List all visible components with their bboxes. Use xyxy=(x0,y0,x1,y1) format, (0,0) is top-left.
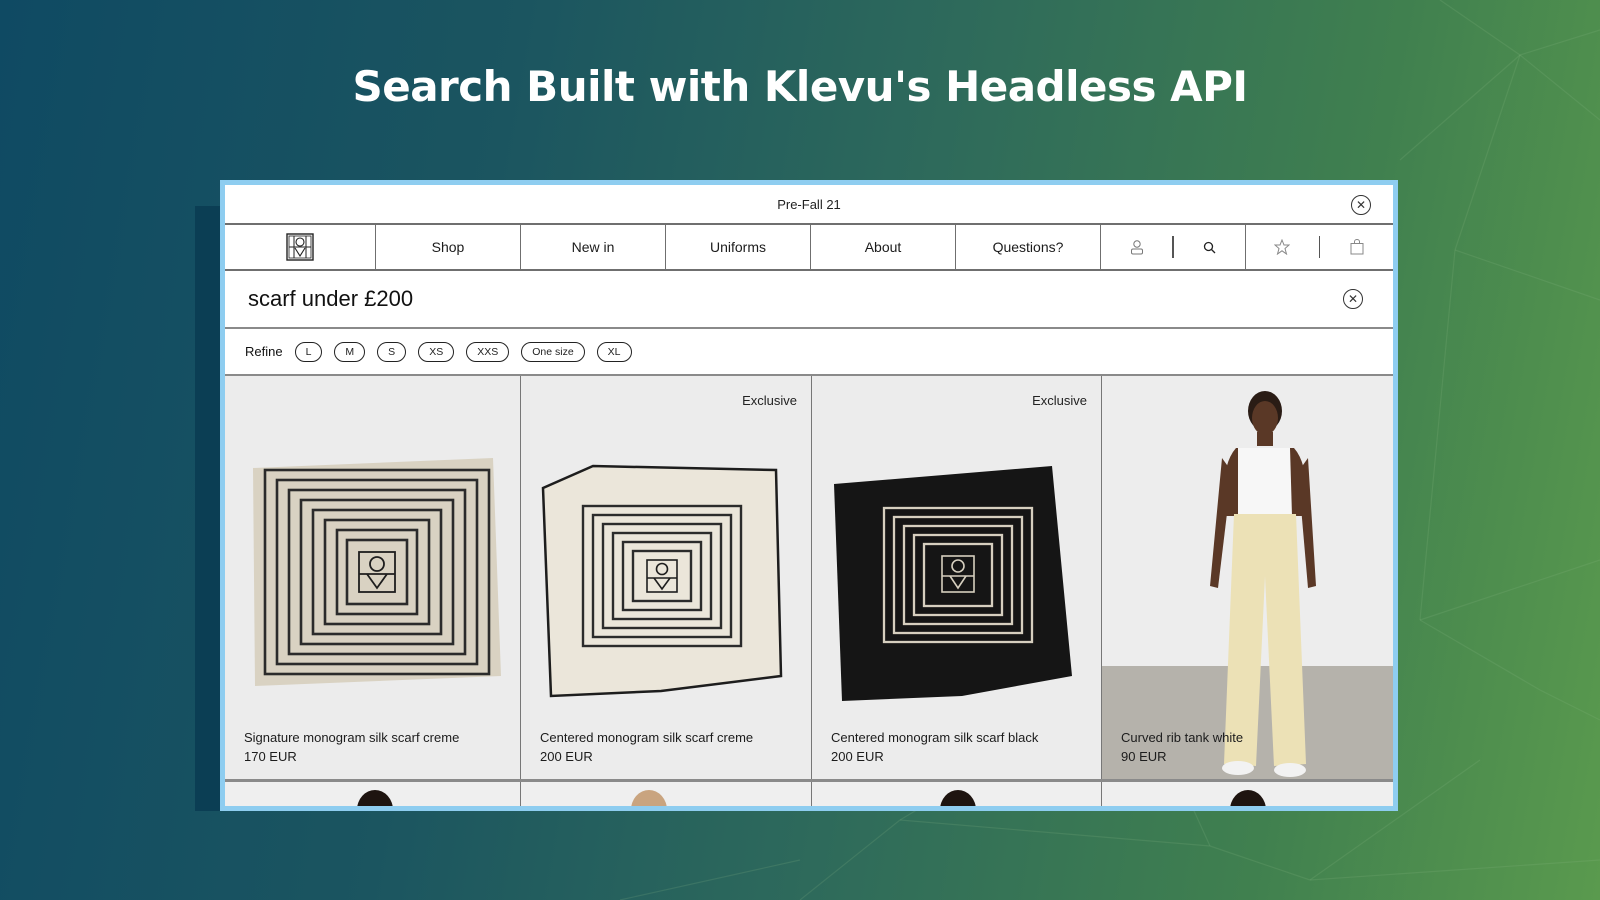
exclusive-badge: Exclusive xyxy=(1032,393,1087,408)
collection-label: Pre-Fall 21 xyxy=(777,196,841,212)
product-grid: Signature monogram silk scarf creme 170 … xyxy=(225,376,1393,782)
size-chip-m[interactable]: M xyxy=(334,341,366,362)
account-icon[interactable] xyxy=(1129,239,1145,255)
toteme-logo-icon xyxy=(286,233,314,261)
refine-label: Refine xyxy=(245,344,283,359)
product-card-partial[interactable] xyxy=(1102,782,1393,806)
model-head-image xyxy=(940,790,976,806)
product-price: 170 EUR xyxy=(244,749,297,764)
product-card-partial[interactable] xyxy=(521,782,812,806)
size-chip-xl[interactable]: XL xyxy=(596,341,632,362)
size-chip-l[interactable]: L xyxy=(294,341,323,362)
search-input[interactable] xyxy=(248,286,1148,312)
product-image-scarf-creme xyxy=(253,458,501,686)
wishlist-star-icon[interactable] xyxy=(1274,239,1291,255)
product-card-partial[interactable] xyxy=(225,782,521,806)
product-price: 200 EUR xyxy=(831,749,884,764)
product-price: 200 EUR xyxy=(540,749,593,764)
product-image-rib-tank-model xyxy=(1102,376,1393,779)
search-icon[interactable] xyxy=(1201,239,1217,255)
product-image-scarf-black xyxy=(834,466,1072,701)
model-head-image xyxy=(631,790,667,806)
size-chip-xxs[interactable]: XXS xyxy=(466,341,510,362)
hero-title: Search Built with Klevu's Headless API xyxy=(352,62,1248,111)
main-nav: Shop New in Uniforms About Questions? xyxy=(225,225,1393,271)
logo-link[interactable] xyxy=(225,225,376,269)
size-chip-xs[interactable]: XS xyxy=(418,341,455,362)
account-search-group xyxy=(1101,225,1246,269)
product-title: Signature monogram silk scarf creme xyxy=(244,730,460,745)
product-title: Centered monogram silk scarf creme xyxy=(540,730,754,745)
product-card-partial[interactable] xyxy=(812,782,1102,806)
divider xyxy=(1172,236,1174,258)
product-card[interactable]: Exclusive Centered monogram silk scarf c… xyxy=(521,376,812,779)
model-head-image xyxy=(1230,790,1266,806)
size-chip-one-size[interactable]: One size xyxy=(521,341,585,362)
product-card[interactable]: Exclusive Centered monogram silk scarf b… xyxy=(812,376,1102,779)
nav-questions[interactable]: Questions? xyxy=(956,225,1101,269)
product-card[interactable]: Curved rib tank white 90 EUR xyxy=(1102,376,1393,779)
product-card[interactable]: Signature monogram silk scarf creme 170 … xyxy=(225,376,521,779)
wishlist-bag-group xyxy=(1246,225,1393,269)
product-price: 90 EUR xyxy=(1121,749,1167,764)
nav-shop[interactable]: Shop xyxy=(376,225,521,269)
nav-uniforms[interactable]: Uniforms xyxy=(666,225,811,269)
search-bar: ✕ xyxy=(225,271,1393,329)
search-overlay-window: Pre-Fall 21 ✕ Shop New in Uniforms About… xyxy=(220,180,1398,811)
clear-search-icon[interactable]: ✕ xyxy=(1343,289,1363,309)
size-chip-s[interactable]: S xyxy=(377,341,407,362)
exclusive-badge: Exclusive xyxy=(742,393,797,408)
product-grid-next-row xyxy=(225,782,1393,806)
nav-about[interactable]: About xyxy=(811,225,956,269)
close-icon[interactable]: ✕ xyxy=(1351,195,1371,215)
product-title: Centered monogram silk scarf black xyxy=(831,730,1039,745)
product-image-scarf-creme-centered xyxy=(541,464,783,698)
bag-icon[interactable] xyxy=(1349,239,1365,255)
nav-new-in[interactable]: New in xyxy=(521,225,666,269)
collection-bar: Pre-Fall 21 ✕ xyxy=(225,185,1393,225)
model-head-image xyxy=(357,790,393,806)
divider xyxy=(1318,236,1321,258)
refine-filter-bar: Refine L M S XS XXS One size XL xyxy=(225,329,1393,376)
product-title: Curved rib tank white xyxy=(1121,730,1244,745)
